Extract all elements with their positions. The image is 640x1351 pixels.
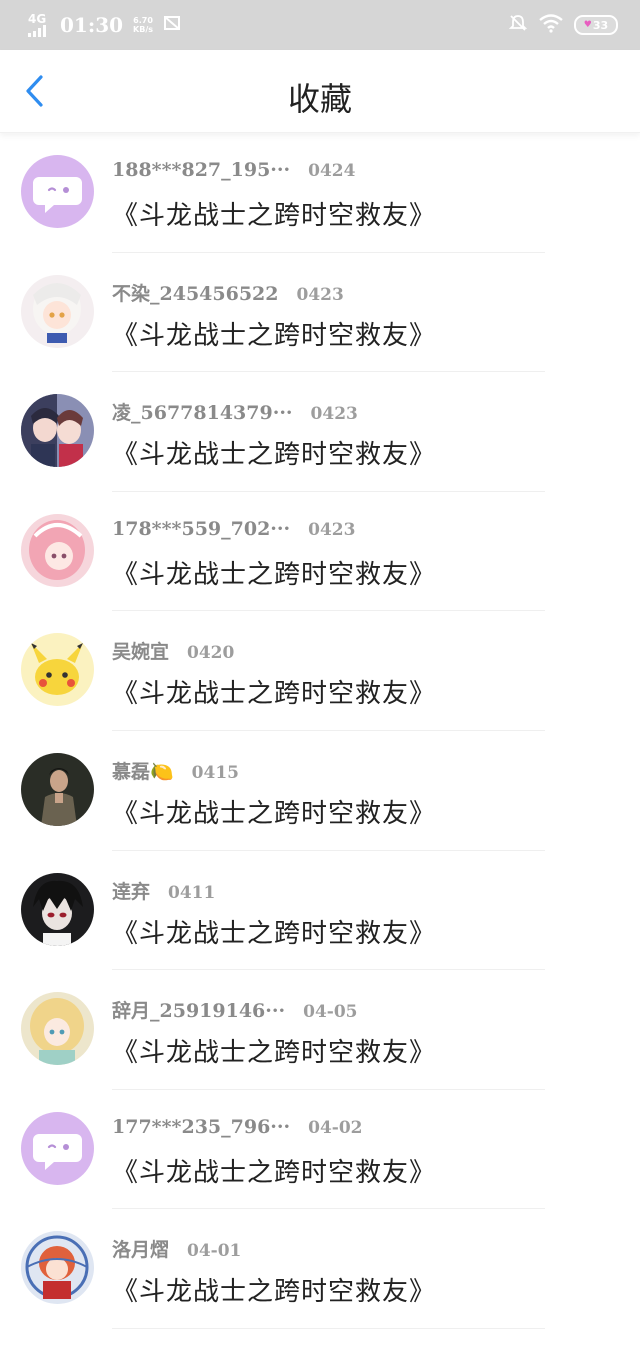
date: 0420 bbox=[187, 643, 235, 664]
avatar[interactable] bbox=[21, 394, 94, 468]
username: 177***235_796··· bbox=[112, 1115, 291, 1138]
pikachu-avatar bbox=[21, 633, 94, 707]
username: 逹弃 bbox=[112, 880, 151, 903]
nav-bar: 收藏 bbox=[0, 50, 640, 133]
item-meta: 178***559_702··· 0423 bbox=[112, 518, 355, 540]
date: 0424 bbox=[308, 161, 356, 181]
battery-indicator: ♥ 33 bbox=[574, 15, 618, 35]
avatar[interactable] bbox=[21, 872, 94, 946]
item-meta: 凌_5677814379··· 0423 bbox=[112, 398, 358, 425]
page-title: 收藏 bbox=[287, 80, 352, 118]
date: 0423 bbox=[296, 284, 344, 305]
date: 0423 bbox=[310, 404, 358, 425]
avatar[interactable] bbox=[21, 1231, 94, 1305]
book-title: 《斗龙战士之跨时空救友》 bbox=[112, 918, 437, 949]
list-item[interactable]: 慕磊🍋 0415 《斗龙战士之跨时空救友》 bbox=[0, 731, 640, 851]
book-title: 《斗龙战士之跨时空救友》 bbox=[112, 320, 437, 351]
username: 凌_5677814379··· bbox=[112, 402, 293, 425]
item-meta: 不染_245456522 0423 bbox=[112, 279, 344, 306]
list-item[interactable]: 177***235_796··· 04-02 《斗龙战士之跨时空救友》 bbox=[0, 1090, 640, 1210]
avatar[interactable] bbox=[21, 155, 94, 228]
white-hair-girl-avatar bbox=[21, 274, 94, 348]
blonde-girl-avatar bbox=[21, 992, 94, 1066]
book-title: 《斗龙战士之跨时空救友》 bbox=[112, 201, 437, 231]
pink-hair-girl-avatar bbox=[21, 513, 94, 587]
list-item[interactable]: 178***559_702··· 0423 《斗龙战士之跨时空救友》 bbox=[0, 492, 640, 612]
date: 0415 bbox=[191, 762, 239, 783]
list-item[interactable]: 不染_245456522 0423 《斗龙战士之跨时空救友》 bbox=[0, 253, 640, 373]
list-item[interactable]: 洛月熠 04-01 《斗龙战士之跨时空救友》 bbox=[0, 1209, 640, 1329]
book-title: 《斗龙战士之跨时空救友》 bbox=[112, 1277, 437, 1308]
avatar[interactable] bbox=[21, 513, 94, 587]
screenshot-icon bbox=[163, 14, 181, 36]
book-title: 《斗龙战士之跨时空救友》 bbox=[112, 1157, 437, 1188]
avatar[interactable] bbox=[21, 633, 94, 707]
avatar[interactable] bbox=[21, 992, 94, 1066]
item-meta: 逹弃 0411 bbox=[112, 877, 215, 904]
status-left: 4G 01:30 6.70 KB/s bbox=[28, 13, 181, 37]
avatar[interactable] bbox=[21, 752, 94, 826]
list-item[interactable]: 凌_5677814379··· 0423 《斗龙战士之跨时空救友》 bbox=[0, 372, 640, 492]
date: 0411 bbox=[168, 882, 216, 903]
date: 04-01 bbox=[187, 1241, 242, 1262]
status-bar: 4G 01:30 6.70 KB/s ♥ 33 bbox=[0, 0, 640, 50]
dark-hair-boy-avatar bbox=[21, 872, 94, 946]
item-meta: 吴婉宜 0420 bbox=[112, 637, 234, 664]
book-title: 《斗龙战士之跨时空救友》 bbox=[112, 1038, 437, 1069]
username: 188***827_195··· bbox=[112, 159, 291, 181]
favorites-list: 188***827_195··· 0424 《斗龙战士之跨时空救友》 不染_24… bbox=[0, 133, 640, 1329]
item-meta: 辞月_25919146··· 04-05 bbox=[112, 996, 357, 1023]
battery-level: 33 bbox=[592, 18, 609, 32]
red-girl-avatar bbox=[21, 1231, 94, 1305]
item-meta: 慕磊🍋 0415 bbox=[112, 757, 239, 784]
date: 0423 bbox=[308, 519, 356, 540]
book-title: 《斗龙战士之跨时空救友》 bbox=[112, 798, 437, 829]
username: 178***559_702··· bbox=[112, 517, 291, 540]
date: 04-02 bbox=[308, 1117, 363, 1138]
list-item[interactable]: 吴婉宜 0420 《斗龙战士之跨时空救友》 bbox=[0, 611, 640, 731]
list-item[interactable]: 188***827_195··· 0424 《斗龙战士之跨时空救友》 bbox=[0, 133, 640, 253]
mute-bell-icon bbox=[508, 13, 528, 37]
divider bbox=[112, 1327, 545, 1329]
item-meta: 188***827_195··· 0424 bbox=[112, 159, 355, 181]
chat-bubble-icon bbox=[21, 155, 94, 228]
dark-couple-avatar bbox=[21, 394, 94, 468]
signal-icon: 4G bbox=[28, 13, 50, 37]
man-photo-avatar bbox=[21, 752, 94, 826]
username: 慕磊🍋 bbox=[112, 760, 174, 783]
book-title: 《斗龙战士之跨时空救友》 bbox=[112, 559, 437, 590]
speed-unit: KB/s bbox=[133, 25, 154, 34]
wifi-icon bbox=[538, 13, 564, 37]
username: 洛月熠 bbox=[112, 1239, 170, 1262]
heart-icon: ♥ bbox=[583, 20, 592, 30]
book-title: 《斗龙战士之跨时空救友》 bbox=[112, 440, 437, 471]
list-item[interactable]: 逹弃 0411 《斗龙战士之跨时空救友》 bbox=[0, 851, 640, 971]
username: 不染_245456522 bbox=[112, 282, 279, 305]
avatar[interactable] bbox=[21, 1111, 94, 1185]
item-meta: 177***235_796··· 04-02 bbox=[112, 1116, 363, 1138]
status-right: ♥ 33 bbox=[508, 13, 618, 37]
clock: 01:30 bbox=[60, 13, 124, 37]
username: 吴婉宜 bbox=[112, 641, 170, 664]
speed-value: 6.70 bbox=[133, 16, 153, 25]
network-speed: 6.70 KB/s bbox=[133, 16, 153, 34]
item-meta: 洛月熠 04-01 bbox=[112, 1235, 241, 1262]
date: 04-05 bbox=[303, 1002, 358, 1023]
book-title: 《斗龙战士之跨时空救友》 bbox=[112, 679, 437, 710]
chat-bubble-icon bbox=[21, 1111, 94, 1185]
network-type: 4G bbox=[28, 12, 47, 26]
list-item[interactable]: 辞月_25919146··· 04-05 《斗龙战士之跨时空救友》 bbox=[0, 970, 640, 1090]
avatar[interactable] bbox=[21, 274, 94, 348]
username: 辞月_25919146··· bbox=[112, 1000, 286, 1023]
